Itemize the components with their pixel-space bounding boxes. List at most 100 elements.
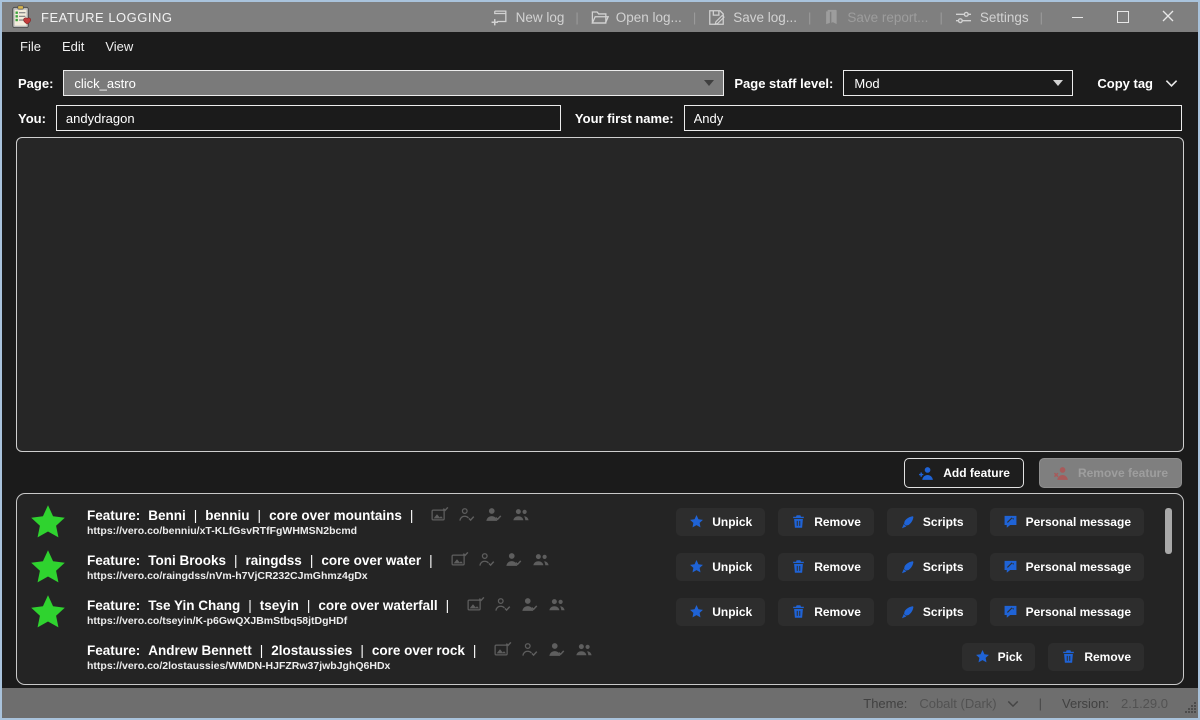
menu-view[interactable]: View [95,36,143,57]
new-log-button-label: New log [515,9,565,25]
user-check-outline-icon [494,596,512,614]
separator: | [306,597,311,613]
unpick-button-label: Unpick [712,604,753,619]
log-content-area[interactable] [16,137,1184,452]
message-icon [1003,514,1018,529]
add-feature-button[interactable]: Add feature [904,458,1024,488]
copy-tag-label: Copy tag [1097,75,1153,91]
users-group-icon [548,596,566,614]
separator: | [234,552,238,568]
feature-info: Feature: Benni | benniu | core over moun… [87,506,676,537]
openlog-icon [590,8,609,27]
open-log-button-label: Open log... [615,9,682,25]
user-check-outline-icon [521,641,539,659]
personal-message-button[interactable]: Personal message [989,507,1144,536]
feature-label: Feature: [87,507,141,523]
chevron-down-icon [1165,76,1178,91]
toolbar-separator: | [1039,9,1043,25]
pick-status-cell [29,638,87,676]
maximize-icon [1116,11,1129,23]
menubar: File Edit View [2,32,1198,60]
separator: | [360,642,364,658]
settings-button[interactable]: Settings [945,6,1038,29]
scripts-button-label: Scripts [922,514,964,529]
separator: | [309,552,314,568]
staff-level-dropdown-value: Mod [854,75,880,91]
save-log-button[interactable]: Save log... [698,6,806,29]
trash-icon [791,559,806,574]
users-group-icon [532,551,550,569]
feature-user-name: Benni [148,507,186,523]
open-log-button[interactable]: Open log... [581,6,691,29]
message-icon [1003,559,1018,574]
save-log-button-label: Save log... [733,9,797,25]
feature-status-icons [451,551,550,569]
trash-icon [791,514,806,529]
statusbar: Theme: Cobalt (Dark) | Version: 2.1.29.0 [2,688,1198,718]
save-report-button-label: Save report... [847,9,929,25]
save-report-button[interactable]: Save report... [813,6,937,28]
remove-feature-button[interactable]: Remove feature [1038,458,1182,488]
pick-status-cell [29,503,87,541]
copy-tag-button[interactable]: Copy tag [1097,76,1178,91]
feature-row-actions: Unpick Remove Scripts Personal message [676,552,1144,581]
feature-line: Feature: Benni | benniu | core over moun… [87,506,676,524]
remove-button[interactable]: Remove [778,552,874,581]
add-feature-label: Add feature [943,466,1010,480]
remove-button[interactable]: Remove [1048,642,1144,671]
scripts-button[interactable]: Scripts [886,507,977,536]
photo-check-icon [467,596,485,614]
feature-url: https://vero.co/2lostaussies/WMDN-HJFZRw… [87,660,391,672]
separator: | [257,507,262,523]
unpick-button[interactable]: Unpick [676,597,766,626]
first-name-input[interactable] [683,105,1182,131]
staff-level-dropdown[interactable]: Mod [843,70,1074,96]
minimize-button[interactable] [1055,3,1100,31]
feature-label: Feature: [87,597,141,613]
feature-row: Feature: Benni | benniu | core over moun… [17,499,1183,544]
maximize-button[interactable] [1100,3,1145,31]
theme-dropdown[interactable]: Cobalt (Dark) [919,696,1018,711]
feature-user-alias: 2lostaussies [271,642,353,658]
scripts-button[interactable]: Scripts [886,597,977,626]
theme-label: Theme: [863,695,908,711]
remove-button[interactable]: Remove [778,507,874,536]
user-check-filled-icon [505,551,523,569]
separator: | [445,597,450,613]
scrollbar-thumb[interactable] [1165,508,1172,554]
unpick-button[interactable]: Unpick [676,507,766,536]
savereport-icon [822,8,840,26]
menu-edit[interactable]: Edit [52,36,94,57]
remove-button[interactable]: Remove [778,597,874,626]
toolbar: New log | Open log... | Save log... | Save rep… [481,6,1045,29]
close-button[interactable] [1145,3,1190,31]
picked-star-icon [29,548,67,586]
picked-star-icon [29,503,67,541]
page-label: Page: [18,75,54,91]
feature-row-actions: Unpick Remove Scripts Personal message [676,597,1144,626]
pick-button[interactable]: Pick [961,642,1036,671]
new-log-button[interactable]: New log [481,6,574,29]
menu-file[interactable]: File [10,36,51,57]
personal-message-button[interactable]: Personal message [989,597,1144,626]
pick-button-label: Pick [997,649,1023,664]
feature-url: https://vero.co/raingdss/nVm-h7VjCR232CJ… [87,570,368,582]
titlebar: FEATURE LOGGING New log | Open log... | Save… [2,2,1198,32]
unpick-button[interactable]: Unpick [676,552,766,581]
feature-description: core over rock [371,642,465,658]
you-input[interactable] [55,105,561,131]
page-dropdown[interactable]: click_astro [63,70,725,96]
trash-icon [791,604,806,619]
scripts-button[interactable]: Scripts [886,552,977,581]
toolbar-separator: | [575,9,579,25]
remove-button-label: Remove [814,559,861,574]
feature-info: Feature: Tse Yin Chang | tseyin | core o… [87,596,676,627]
separator: | [248,597,252,613]
feature-url: https://vero.co/benniu/xT-KLfGsvRTfFgWHM… [87,525,358,537]
resize-grip[interactable] [1183,700,1197,717]
window-controls [1055,3,1190,31]
window-title: FEATURE LOGGING [41,9,173,25]
remove-feature-label: Remove feature [1077,466,1168,480]
personal-message-button[interactable]: Personal message [989,552,1144,581]
user-check-outline-icon [458,506,476,524]
